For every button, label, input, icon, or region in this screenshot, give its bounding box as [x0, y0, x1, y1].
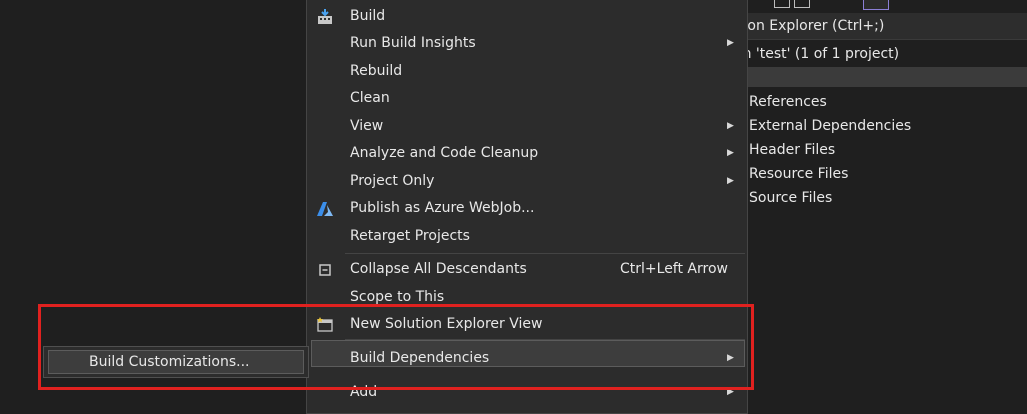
tree-item-source-files[interactable]: Source Files [749, 186, 911, 210]
submenu-arrow-icon: ▶ [727, 353, 734, 363]
toolbar-toggle-button[interactable] [863, 0, 889, 10]
tree-item-resource-files[interactable]: Resource Files [749, 162, 911, 186]
build-dependencies-submenu: Build Customizations... [43, 346, 309, 378]
menu-item-label: Add [350, 384, 378, 400]
tree-item-header-files[interactable]: Header Files [749, 138, 911, 162]
context-menu: Build Run Build Insights ▶ Rebuild Clean… [306, 0, 748, 414]
menu-item-build[interactable]: Build [307, 3, 747, 30]
menu-item-label: Rebuild [350, 63, 403, 79]
menu-item-shortcut: Ctrl+Left Arrow [620, 261, 728, 277]
submenu-arrow-icon: ▶ [727, 176, 734, 186]
menu-item-view[interactable]: View ▶ [307, 113, 747, 140]
menu-item-label: View [350, 118, 384, 134]
azure-icon [317, 202, 333, 216]
menu-item-retarget-projects[interactable]: Retarget Projects [307, 223, 747, 250]
menu-item-build-dependencies[interactable]: Build Dependencies ▶ [307, 345, 747, 372]
menu-separator [345, 253, 745, 254]
menu-item-rebuild[interactable]: Rebuild [307, 58, 747, 85]
project-items: References External Dependencies Header … [749, 90, 911, 210]
tree-item-external-dependencies[interactable]: External Dependencies [749, 114, 911, 138]
solution-explorer-toolbar [746, 0, 1027, 10]
project-node[interactable]: t [740, 67, 1027, 87]
toolbar-button[interactable] [794, 0, 810, 8]
submenu-item-build-customizations[interactable]: Build Customizations... [48, 350, 304, 374]
search-placeholder: tion Explorer (Ctrl+;) [738, 18, 885, 34]
solution-explorer-panel: tion Explorer (Ctrl+;) on 'test' (1 of 1… [734, 0, 1027, 408]
submenu-arrow-icon: ▶ [727, 387, 734, 397]
menu-item-label: Run Build Insights [350, 35, 476, 51]
submenu-arrow-icon: ▶ [727, 148, 734, 158]
collapse-icon [319, 264, 331, 276]
build-icon [318, 9, 332, 24]
toolbar-button[interactable] [774, 0, 790, 8]
menu-item-label: Analyze and Code Cleanup [350, 145, 539, 161]
menu-item-analyze-code-cleanup[interactable]: Analyze and Code Cleanup ▶ [307, 140, 747, 167]
menu-item-label: Collapse All Descendants [350, 261, 527, 277]
menu-item-label: Retarget Projects [350, 228, 470, 244]
menu-item-label: Build [350, 8, 386, 24]
menu-item-label: Publish as Azure WebJob... [350, 200, 535, 216]
menu-item-clean[interactable]: Clean [307, 85, 747, 112]
menu-item-new-solution-explorer-view[interactable]: New Solution Explorer View [307, 311, 747, 338]
menu-item-collapse-all-descendants[interactable]: Collapse All Descendants Ctrl+Left Arrow [307, 256, 747, 283]
menu-item-scope-to-this[interactable]: Scope to This [307, 284, 747, 311]
solution-node[interactable]: on 'test' (1 of 1 project) [734, 43, 899, 65]
solution-explorer-search[interactable]: tion Explorer (Ctrl+;) [738, 13, 1027, 40]
menu-item-label: New Solution Explorer View [350, 316, 543, 332]
menu-item-label: Clean [350, 90, 390, 106]
menu-item-add[interactable]: Add ▶ [307, 379, 747, 406]
tree-item-references[interactable]: References [749, 90, 911, 114]
menu-item-project-only[interactable]: Project Only ▶ [307, 168, 747, 195]
menu-item-label: Project Only [350, 173, 435, 189]
submenu-item-label: Build Customizations... [89, 354, 250, 370]
menu-item-label: Scope to This [350, 289, 445, 305]
menu-item-run-build-insights[interactable]: Run Build Insights ▶ [307, 30, 747, 57]
menu-item-publish-azure-webjob[interactable]: Publish as Azure WebJob... [307, 195, 747, 222]
submenu-arrow-icon: ▶ [727, 38, 734, 48]
submenu-arrow-icon: ▶ [727, 121, 734, 131]
new-view-icon [317, 317, 333, 332]
menu-item-label: Build Dependencies [350, 350, 490, 366]
